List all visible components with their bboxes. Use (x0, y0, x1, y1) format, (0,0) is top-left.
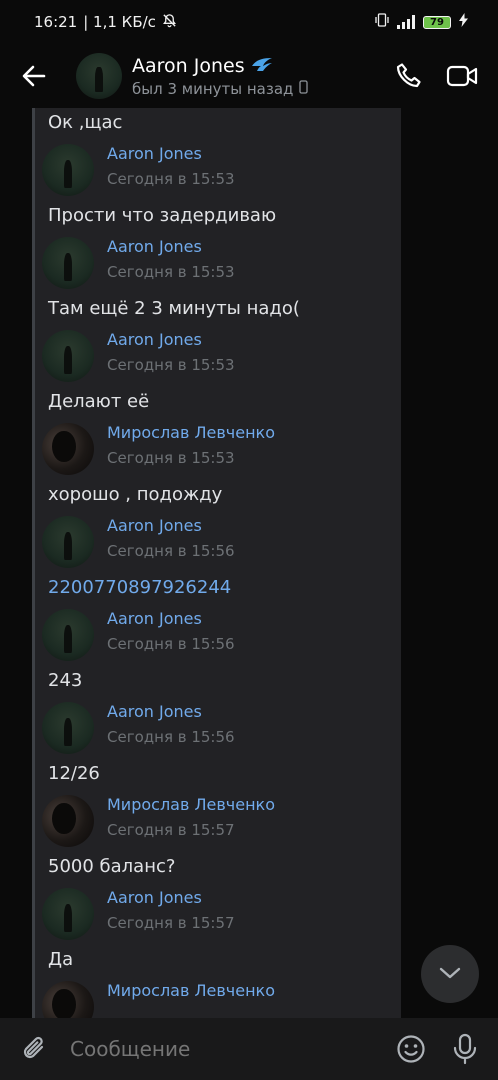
mobile-icon (299, 79, 309, 98)
message-time: Сегодня в 15:53 (107, 263, 235, 281)
club-badge-icon (251, 56, 273, 75)
scroll-down-button[interactable] (421, 945, 479, 1003)
author-avatar[interactable] (42, 423, 94, 475)
message-author-block: Aaron Jones Сегодня в 15:57 (42, 888, 235, 940)
message-text: Да (48, 949, 74, 970)
chevron-down-icon (439, 965, 461, 984)
forwarded-messages[interactable]: Ок ,щас Aaron Jones Сегодня в 15:53 Прос… (32, 108, 401, 1018)
back-arrow-icon[interactable] (20, 62, 48, 90)
author-name[interactable]: Мирослав Левченко (107, 795, 275, 815)
author-name[interactable]: Aaron Jones (107, 144, 235, 164)
author-name[interactable]: Aaron Jones (107, 237, 235, 257)
message-text: хорошо , подожду (48, 484, 223, 505)
bell-off-icon (162, 13, 177, 32)
message-time: Сегодня в 15:57 (107, 914, 235, 932)
author-avatar[interactable] (42, 237, 94, 289)
message-time: Сегодня в 15:57 (107, 821, 235, 839)
status-bar: 16:21 | 1,1 КБ/с 79 (0, 0, 498, 44)
phone-icon[interactable] (394, 61, 424, 91)
message-author-block: Aaron Jones Сегодня в 15:53 (42, 330, 235, 382)
contact-avatar[interactable] (76, 53, 122, 99)
signal-icon (397, 15, 415, 29)
contact-info[interactable]: Aaron Jones был 3 минуты назад (132, 55, 394, 98)
author-avatar[interactable] (42, 516, 94, 568)
message-composer (0, 1018, 498, 1080)
author-name[interactable]: Aaron Jones (107, 888, 235, 908)
author-avatar[interactable] (42, 702, 94, 754)
message-time: Сегодня в 15:53 (107, 449, 235, 467)
message-time: Сегодня в 15:56 (107, 542, 235, 560)
microphone-icon[interactable] (452, 1033, 478, 1065)
message-text: 243 (48, 670, 83, 691)
message-author-block: Aaron Jones Сегодня в 15:56 (42, 609, 235, 661)
author-avatar[interactable] (42, 888, 94, 940)
message-time: Сегодня в 15:56 (107, 728, 235, 746)
message-time: Сегодня в 15:56 (107, 635, 235, 653)
message-text: 12/26 (48, 763, 100, 784)
message-author-block: Aaron Jones Сегодня в 15:56 (42, 702, 235, 754)
message-text: Делают её (48, 391, 150, 412)
contact-status: был 3 минуты назад (132, 79, 294, 98)
author-name[interactable]: Aaron Jones (107, 609, 235, 629)
message-text: Ок ,щас (48, 112, 123, 133)
author-name[interactable]: Aaron Jones (107, 330, 235, 350)
author-avatar[interactable] (42, 330, 94, 382)
author-avatar[interactable] (42, 144, 94, 196)
message-author-block: Aaron Jones Сегодня в 15:53 (42, 144, 235, 196)
author-avatar[interactable] (42, 609, 94, 661)
message-time: Сегодня в 15:53 (107, 356, 235, 374)
message-text: 5000 баланс? (48, 856, 176, 877)
contact-name: Aaron Jones (132, 54, 245, 77)
message-author-block: Мирослав Левченко (42, 981, 275, 1018)
status-network-speed: | 1,1 КБ/с (83, 13, 156, 31)
vibrate-icon (375, 12, 389, 32)
message-text: Прости что задердиваю (48, 205, 277, 226)
video-call-icon[interactable] (446, 64, 478, 88)
message-author-block: Aaron Jones Сегодня в 15:53 (42, 237, 235, 289)
author-name[interactable]: Aaron Jones (107, 702, 235, 722)
chat-header: Aaron Jones был 3 минуты назад (0, 44, 498, 108)
status-time: 16:21 (34, 13, 78, 31)
author-name[interactable]: Мирослав Левченко (107, 423, 275, 443)
message-author-block: Aaron Jones Сегодня в 15:56 (42, 516, 235, 568)
paperclip-icon[interactable] (20, 1034, 50, 1064)
battery-icon: 79 (423, 15, 451, 29)
author-avatar[interactable] (42, 795, 94, 847)
message-author-block: Мирослав Левченко Сегодня в 15:53 (42, 423, 275, 475)
emoji-smile-icon[interactable] (396, 1034, 426, 1064)
author-name[interactable]: Мирослав Левченко (107, 981, 275, 1001)
message-input[interactable] (68, 1036, 396, 1062)
message-author-block: Мирослав Левченко Сегодня в 15:57 (42, 795, 275, 847)
charging-icon (459, 13, 468, 31)
message-text: Там ещё 2 3 минуты надо( (48, 298, 300, 319)
author-name[interactable]: Aaron Jones (107, 516, 235, 536)
author-avatar[interactable] (42, 981, 94, 1018)
message-text-phone-link[interactable]: 2200770897926244 (48, 577, 231, 598)
message-time: Сегодня в 15:53 (107, 170, 235, 188)
